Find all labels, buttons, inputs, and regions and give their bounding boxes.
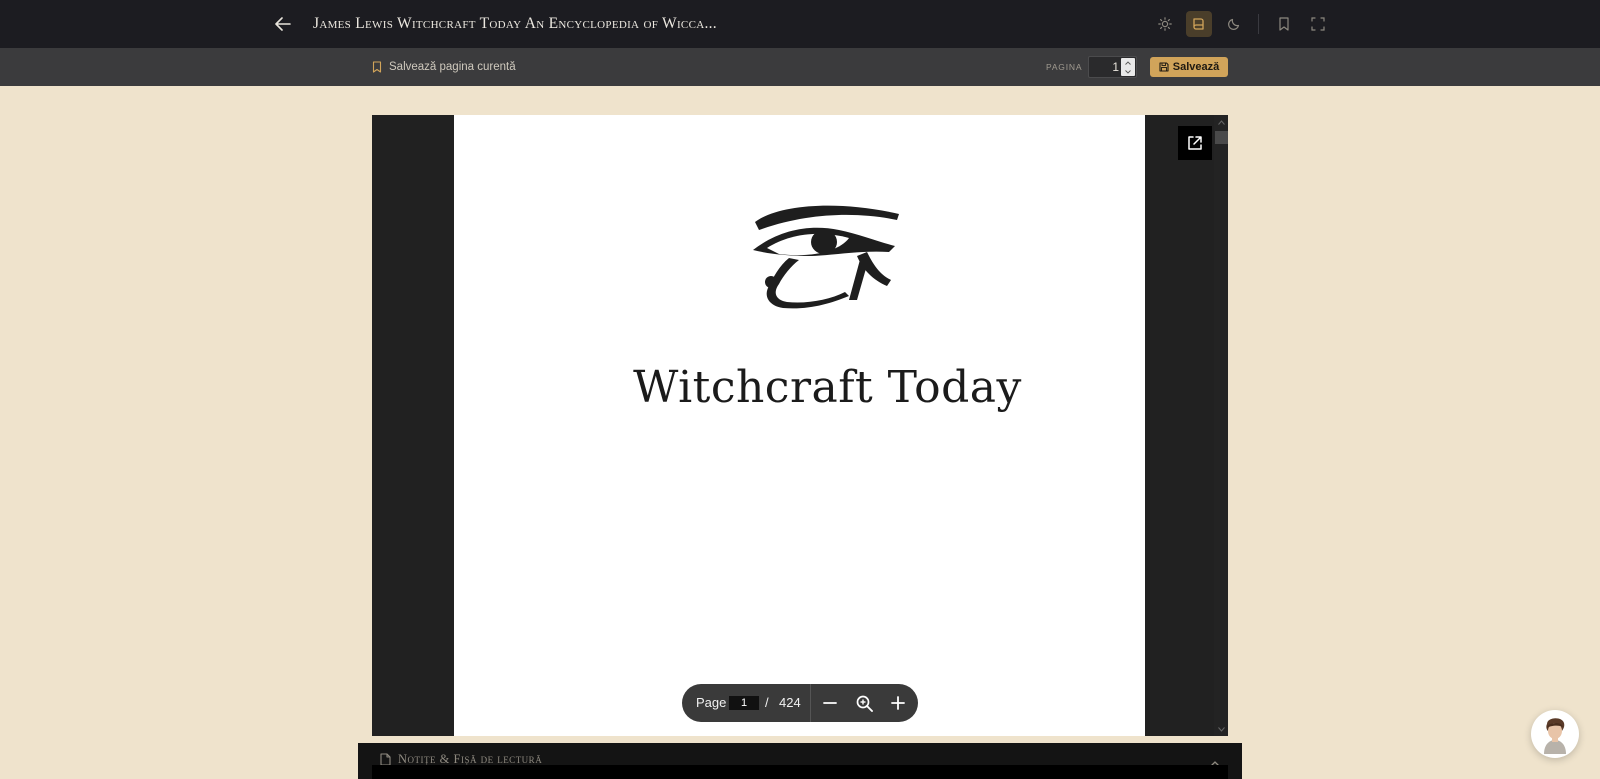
pdf-page-toolbar: Page / 424 (682, 684, 918, 722)
bookmark-icon (372, 61, 382, 73)
sun-icon (1158, 17, 1172, 31)
dark-mode-button[interactable] (1221, 11, 1247, 37)
zoom-in-button[interactable] (888, 693, 908, 713)
page-save-bar: Salvează pagina curentă PAGINA Salvează (0, 48, 1600, 86)
page-heading: Witchcraft Today (633, 362, 1022, 413)
total-pages: 424 (779, 695, 801, 710)
save-button-label: Salvează (1172, 61, 1220, 73)
eye-of-horus-image (753, 205, 899, 309)
bookmark-button[interactable] (1271, 11, 1297, 37)
assistant-avatar-button[interactable] (1531, 710, 1579, 758)
notes-panel: Notițe & Fișă de lectură (358, 743, 1242, 779)
zoom-out-button[interactable] (820, 693, 840, 713)
toolbar-divider (1258, 14, 1259, 34)
top-bar: James Lewis Witchcraft Today An Encyclop… (0, 0, 1600, 48)
light-mode-button[interactable] (1152, 11, 1178, 37)
pdf-viewer[interactable]: Witchcraft Today (372, 115, 1228, 736)
fullscreen-icon (1311, 17, 1325, 31)
plus-icon (891, 696, 905, 710)
chevron-up-icon[interactable] (1125, 60, 1131, 65)
open-in-new-window-button[interactable] (1178, 126, 1212, 160)
external-link-icon (1188, 136, 1202, 150)
save-current-page-label: Salvează pagina curentă (389, 61, 516, 73)
page-number-field (1088, 56, 1137, 78)
book-title: James Lewis Witchcraft Today An Encyclop… (313, 15, 717, 32)
arrow-left-icon (275, 17, 291, 31)
viewer-scrollbar[interactable] (1214, 115, 1228, 736)
zoom-in-icon (856, 695, 873, 712)
page-number-stepper[interactable] (1121, 58, 1135, 76)
minus-icon (823, 702, 837, 704)
back-button[interactable] (272, 14, 294, 34)
chevron-down-icon[interactable] (1125, 69, 1131, 74)
pdf-page: Witchcraft Today (454, 115, 1145, 736)
chevron-down-icon (1217, 726, 1225, 732)
zoom-reset-button[interactable] (854, 693, 874, 713)
page-label: Page (696, 695, 727, 710)
save-button[interactable]: Salvează (1150, 57, 1228, 77)
fullscreen-button[interactable] (1305, 11, 1331, 37)
page-number-label: PAGINA (1046, 62, 1083, 72)
bookmark-icon (1279, 17, 1289, 31)
chevron-up-icon (1217, 119, 1225, 125)
sepia-mode-button[interactable] (1186, 11, 1212, 37)
notes-content (372, 765, 1228, 779)
toolbar-divider (810, 684, 811, 722)
scrollbar-thumb[interactable] (1215, 131, 1228, 144)
moon-icon (1228, 18, 1240, 30)
assistant-avatar-icon (1544, 718, 1566, 754)
page-number-input[interactable] (1089, 57, 1119, 77)
floppy-disk-icon (1159, 62, 1169, 72)
pdf-page-input[interactable] (729, 696, 759, 710)
save-current-page-link[interactable]: Salvează pagina curentă (372, 58, 516, 76)
page-separator: / (765, 695, 769, 710)
scroll-down-arrow[interactable] (1216, 724, 1226, 734)
book-icon (1193, 18, 1204, 30)
scroll-up-arrow[interactable] (1216, 117, 1226, 127)
